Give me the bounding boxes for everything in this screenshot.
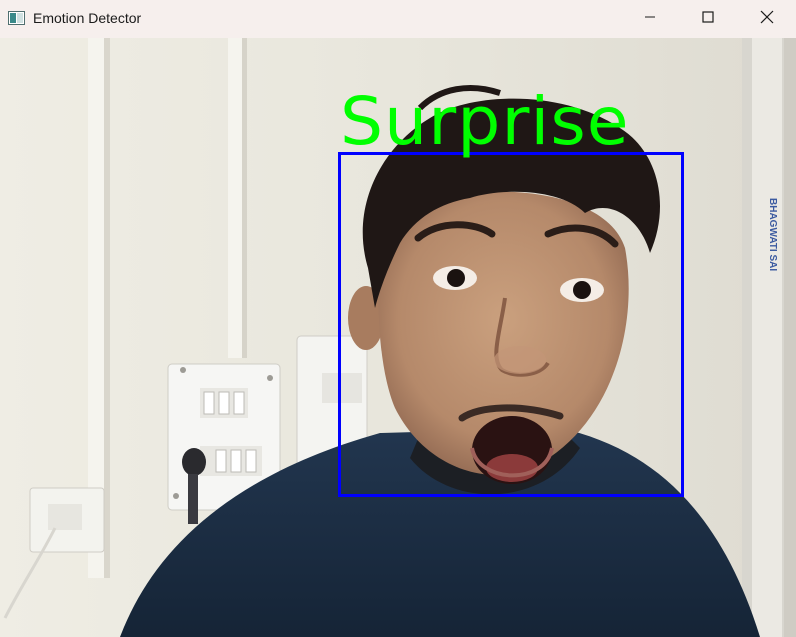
maximize-button[interactable]	[679, 0, 737, 38]
emotion-label: Surprise	[340, 83, 630, 160]
camera-frame: BHAGWATI SAI Surprise	[0, 38, 796, 637]
minimize-icon	[644, 10, 656, 28]
app-window: Emotion Detector BHAGWATI SAI Surprise	[0, 0, 796, 637]
face-bounding-box	[338, 152, 684, 497]
minimize-button[interactable]	[621, 0, 679, 38]
wall-sign-text: BHAGWATI SAI	[767, 198, 778, 271]
window-title: Emotion Detector	[33, 10, 142, 26]
title-bar[interactable]: Emotion Detector	[0, 0, 796, 38]
opencv-window-icon	[8, 11, 25, 25]
close-button[interactable]	[738, 0, 796, 38]
maximize-icon	[702, 10, 714, 28]
close-icon	[760, 10, 774, 29]
